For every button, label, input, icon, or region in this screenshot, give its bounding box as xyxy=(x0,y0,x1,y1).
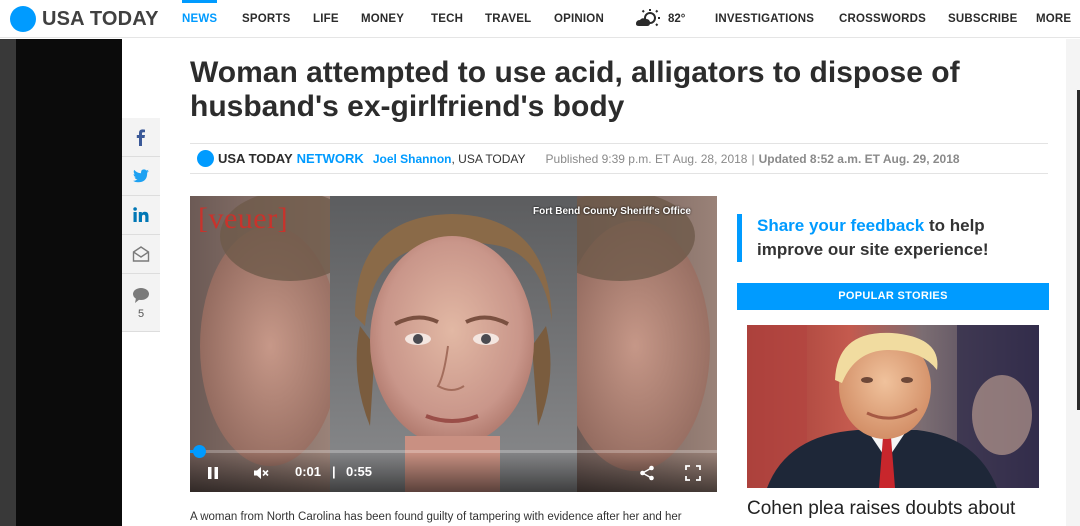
share-facebook-button[interactable] xyxy=(122,118,160,157)
facebook-icon xyxy=(136,129,145,146)
popular-story-image[interactable] xyxy=(747,325,1039,488)
logo-text: USA TODAY xyxy=(42,7,159,30)
nav-investigations[interactable]: INVESTIGATIONS xyxy=(715,0,814,38)
current-time: 0:01 xyxy=(295,464,322,479)
comment-count: 5 xyxy=(137,307,145,320)
left-ad-panel xyxy=(16,39,122,526)
fullscreen-button[interactable] xyxy=(682,462,704,484)
comments-button[interactable]: 5 xyxy=(122,274,160,332)
usa-today-logo[interactable]: USA TODAY xyxy=(10,6,159,32)
article-first-line: A woman from North Carolina has been fou… xyxy=(190,511,682,523)
weather-widget[interactable]: 82° xyxy=(634,0,685,38)
mugshot-still xyxy=(190,196,717,492)
headline-line-1: Woman attempted to use acid, alligators … xyxy=(190,56,960,89)
volume-muted-icon xyxy=(254,467,269,479)
nav-crosswords[interactable]: CROSSWORDS xyxy=(839,0,926,38)
headline-line-2: husband's ex-girlfriend's body xyxy=(190,90,625,123)
share-email-button[interactable] xyxy=(122,235,160,274)
veuer-watermark: [veuer] xyxy=(198,202,289,235)
share-icon xyxy=(640,465,654,481)
popular-story-title[interactable]: Cohen plea raises doubts about xyxy=(747,498,1047,520)
feedback-promo: Share your feedback to help improve our … xyxy=(737,214,1037,262)
nav-money[interactable]: MONEY xyxy=(361,0,404,38)
video-duration: 0:55 xyxy=(346,464,373,479)
top-navigation: USA TODAY NEWS SPORTS LIFE MONEY TECH TR… xyxy=(0,0,1080,38)
share-twitter-button[interactable] xyxy=(122,157,160,196)
pause-button[interactable] xyxy=(204,462,222,484)
author-org: , USA TODAY xyxy=(451,151,526,166)
network-logo-dot xyxy=(197,150,214,167)
weather-temperature: 82° xyxy=(668,13,686,25)
nav-tech[interactable]: TECH xyxy=(431,0,463,38)
twitter-icon xyxy=(132,169,149,183)
share-rail: 5 xyxy=(122,118,160,332)
time-separator: | xyxy=(332,464,336,479)
nav-life[interactable]: LIFE xyxy=(313,0,339,38)
popular-stories-header: POPULAR STORIES xyxy=(737,283,1049,310)
feedback-line-2: improve our site experience! xyxy=(757,240,989,259)
network-brand: USA TODAY xyxy=(218,151,293,166)
nav-opinion[interactable]: OPINION xyxy=(554,0,604,38)
feedback-line-1: Share your feedback to help xyxy=(757,214,1037,238)
comment-icon xyxy=(133,287,149,303)
nav-travel[interactable]: TRAVEL xyxy=(485,0,531,38)
nav-subscribe[interactable]: SUBSCRIBE xyxy=(948,0,1018,38)
published-timestamp: Published 9:39 p.m. ET Aug. 28, 2018 xyxy=(545,151,748,166)
article-headline: Woman attempted to use acid, alligators … xyxy=(190,56,1030,124)
nav-news[interactable]: NEWS xyxy=(182,0,218,38)
linkedin-icon xyxy=(133,207,149,222)
photo-credit: Fort Bend County Sheriff's Office xyxy=(533,206,691,217)
popular-story-photo xyxy=(747,325,1039,488)
video-progress-track[interactable] xyxy=(190,450,717,453)
share-video-button[interactable] xyxy=(637,462,657,484)
email-icon xyxy=(132,246,150,262)
weather-sun-cloud-icon xyxy=(636,9,660,27)
video-player[interactable]: [veuer] Fort Bend County Sheriff's Offic… xyxy=(190,196,717,492)
logo-dot xyxy=(10,6,36,32)
nav-more[interactable]: MORE xyxy=(1036,0,1071,38)
timestamp-separator: | xyxy=(751,151,755,166)
pause-icon xyxy=(208,467,218,479)
nav-sports[interactable]: SPORTS xyxy=(242,0,291,38)
fullscreen-icon xyxy=(685,465,701,481)
share-linkedin-button[interactable] xyxy=(122,196,160,235)
mute-button[interactable] xyxy=(250,462,272,484)
author-link[interactable]: Joel Shannon xyxy=(373,152,452,166)
byline-bar: USA TODAY NETWORK Joel Shannon , USA TOD… xyxy=(190,143,1048,174)
left-gutter xyxy=(0,39,16,526)
updated-timestamp: Updated 8:52 a.m. ET Aug. 29, 2018 xyxy=(758,151,960,166)
feedback-text: to help xyxy=(924,216,985,235)
share-feedback-link[interactable]: Share your feedback xyxy=(757,216,924,235)
network-label: NETWORK xyxy=(296,151,364,166)
